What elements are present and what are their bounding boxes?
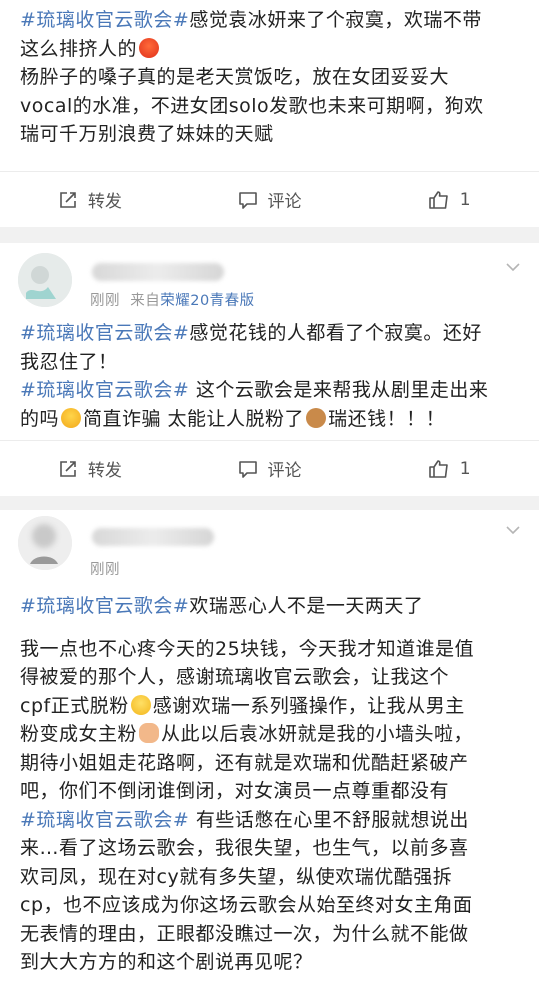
crying-emoji-icon	[61, 407, 82, 428]
like-count: 1	[459, 458, 471, 479]
comment-icon	[238, 191, 257, 209]
hashtag[interactable]: #琉璃收官云歌会#	[20, 9, 189, 31]
text-line: 瑞可千万别浪费了妹妹的天赋	[20, 123, 274, 145]
username-blurred[interactable]	[92, 528, 214, 546]
text-line: 粉变成女主粉	[20, 723, 138, 745]
text-line: 到大大方方的和这个剧说再见呢？	[20, 951, 313, 973]
post-2-meta: 刚刚 来自荣耀20青春版	[90, 289, 255, 310]
text-line: 这么排挤人的	[20, 37, 138, 60]
source-prefix: 来自	[130, 293, 161, 309]
post-3-meta: 刚刚	[90, 558, 120, 579]
comment-icon	[238, 460, 257, 478]
post-3: #琉璃收官云歌会#欢瑞恶心人不是一天两天了 我一点也不心疼今天的25块钱，今天我…	[0, 588, 539, 1000]
smile-emoji-icon	[130, 694, 151, 715]
fist-emoji-icon	[139, 723, 160, 743]
post-time: 刚刚	[90, 562, 120, 578]
chevron-down-icon[interactable]	[505, 522, 521, 538]
text-line: vocal的水准，不进女团solo发歌也未来可期啊，狗欢	[20, 94, 484, 117]
hashtag[interactable]: #琉璃收官云歌会#	[20, 809, 189, 831]
post-time: 刚刚	[90, 293, 120, 309]
chevron-down-icon[interactable]	[505, 259, 521, 275]
comment-label: 评论	[267, 461, 302, 481]
text-line: 我忍住了！	[20, 350, 118, 373]
repost-label: 转发	[87, 461, 122, 481]
avatar[interactable]	[18, 516, 72, 570]
hashtag[interactable]: #琉璃收官云歌会#	[20, 595, 189, 617]
source-device[interactable]: 荣耀20青春版	[160, 293, 254, 309]
text-line: 我一点也不心疼今天的25块钱，今天我才知道谁是值	[20, 637, 475, 660]
text-line: 感觉花钱的人都看了个寂寞。还好	[189, 322, 482, 344]
like-button[interactable]: 1	[359, 441, 539, 496]
post-3-text: #琉璃收官云歌会#欢瑞恶心人不是一天两天了 我一点也不心疼今天的25块钱，今天我…	[0, 588, 539, 977]
hashtag[interactable]: #琉璃收官云歌会#	[20, 322, 189, 344]
text-line: cpf正式脱粉	[20, 694, 129, 717]
text-line: 欢司凤，现在对cy就有多失望，纵使欢瑞优酷强拆	[20, 865, 453, 888]
text-line: 期待小姐姐走花路啊，还有就是欢瑞和优酷赶紧破产	[20, 751, 469, 774]
repost-label: 转发	[87, 192, 122, 212]
post-2-actions: 转发 评论 1	[0, 440, 539, 496]
repost-icon	[60, 460, 76, 477]
text-line: 来…看了这场云歌会，我很失望，也生气，以前多喜	[20, 837, 469, 859]
post-2: #琉璃收官云歌会#感觉花钱的人都看了个寂寞。还好 我忍住了！ #琉璃收官云歌会#…	[0, 315, 539, 441]
text-line: cp，也不应该成为你这场云歌会从始至终对女主角面	[20, 894, 473, 916]
text-line: 欢瑞恶心人不是一天两天了	[189, 595, 424, 617]
text-line: 有些话憋在心里不舒服就想说出	[189, 808, 469, 831]
like-count: 1	[459, 189, 471, 210]
like-button[interactable]: 1	[359, 172, 539, 227]
comment-label: 评论	[267, 192, 302, 212]
post-2-text: #琉璃收官云歌会#感觉花钱的人都看了个寂寞。还好 我忍住了！ #琉璃收官云歌会#…	[0, 315, 539, 433]
dog-emoji-icon	[306, 407, 327, 428]
text-line: 这个云歌会是来帮我从剧里走出来	[189, 379, 489, 401]
text-line: 杨肸子的嗓子真的是老天赏饭吃，放在女团妥妥大	[20, 66, 450, 88]
like-icon	[428, 190, 448, 209]
post-3-header: 刚刚	[0, 510, 539, 582]
comment-button[interactable]: 评论	[180, 172, 360, 227]
text-line: 从此以后袁冰妍就是我的小墙头啦，	[161, 723, 474, 745]
post-1-actions: 转发 评论 1	[0, 171, 539, 227]
repost-icon	[60, 191, 76, 208]
angry-emoji-icon	[139, 37, 160, 58]
post-2-header: 刚刚 来自荣耀20青春版	[0, 243, 539, 315]
post-1: #琉璃收官云歌会#感觉袁冰妍来了个寂寞，欢瑞不带 这么排挤人的 杨肸子的嗓子真的…	[0, 0, 539, 172]
like-icon	[428, 459, 448, 478]
text-line: 得被爱的那个人，感谢琉璃收官云歌会，让我这个	[20, 666, 450, 688]
repost-button[interactable]: 转发	[0, 441, 180, 496]
hashtag[interactable]: #琉璃收官云歌会#	[20, 379, 189, 401]
text-line: 的吗	[20, 407, 60, 430]
text-line: 瑞还钱！！！	[328, 407, 446, 430]
text-line: 感觉袁冰妍来了个寂寞，欢瑞不带	[189, 9, 482, 31]
username-blurred[interactable]	[92, 263, 224, 281]
text-line: 无表情的理由，正眼都没瞧过一次，为什么就不能做	[20, 922, 469, 945]
text-line: 简直诈骗 太能让人脱粉了	[83, 407, 305, 430]
text-line: 感谢欢瑞一系列骚操作，让我从男主	[152, 694, 465, 717]
avatar[interactable]	[18, 253, 72, 307]
divider-gap	[0, 227, 539, 243]
comment-button[interactable]: 评论	[180, 441, 360, 496]
text-line: 吧，你们不倒闭谁倒闭，对女演员一点尊重都没有	[20, 780, 450, 802]
divider-gap	[0, 496, 539, 510]
repost-button[interactable]: 转发	[0, 172, 180, 227]
post-1-text: #琉璃收官云歌会#感觉袁冰妍来了个寂寞，欢瑞不带 这么排挤人的 杨肸子的嗓子真的…	[0, 0, 539, 149]
